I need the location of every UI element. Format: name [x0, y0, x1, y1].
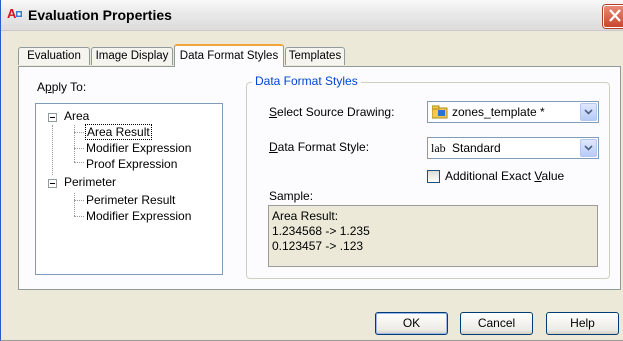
source-drawing-select[interactable]: zones_template * — [427, 101, 599, 123]
evaluation-properties-dialog: A Evaluation Properties Evaluation Image… — [0, 0, 623, 341]
tab-evaluation[interactable]: Evaluation — [18, 47, 90, 65]
sample-preview: Area Result: 1.234568 -> 1.235 0.123457 … — [268, 205, 598, 267]
cancel-button[interactable]: Cancel — [460, 312, 533, 335]
svg-text:A: A — [7, 6, 17, 21]
apply-to-label: Apply To: — [37, 80, 87, 94]
chevron-down-icon — [584, 145, 593, 151]
tab-data-format-styles[interactable]: Data Format Styles — [174, 44, 284, 67]
additional-exact-value-label[interactable]: Additional Exact Value — [445, 169, 564, 183]
close-icon — [609, 9, 621, 22]
tree-item-perimeter-result[interactable]: Perimeter Result — [86, 192, 175, 208]
area-collapse-icon[interactable] — [48, 113, 57, 122]
tree-item-area-modifier-expression[interactable]: Modifier Expression — [86, 140, 191, 156]
tab-templates[interactable]: Templates — [285, 47, 345, 65]
selected-item-label: Area Result — [85, 124, 152, 140]
lab-style-icon: lab — [431, 141, 446, 155]
source-drawing-dropdown-button[interactable] — [580, 103, 597, 121]
tree-item-area-result[interactable]: Area Result — [85, 124, 152, 140]
group-title: Data Format Styles — [252, 74, 361, 88]
additional-exact-value-checkbox[interactable] — [427, 170, 440, 183]
data-format-style-label: Data Format Style: — [269, 140, 370, 154]
close-button[interactable] — [603, 5, 623, 28]
autocad-app-icon: A — [7, 6, 23, 22]
sample-line-1: Area Result: — [272, 209, 339, 223]
tab-image-display[interactable]: Image Display — [91, 47, 173, 65]
sample-line-3: 0.123457 -> .123 — [272, 239, 364, 253]
dialog-title: Evaluation Properties — [28, 7, 172, 23]
apply-to-tree[interactable]: Area Area Result Modifier Expression Pro… — [35, 103, 223, 275]
drawing-folder-icon — [431, 105, 448, 122]
source-drawing-value: zones_template * — [452, 105, 545, 119]
source-drawing-label: Select Source Drawing: — [269, 105, 395, 119]
data-format-style-select[interactable]: lab Standard — [427, 137, 599, 159]
chevron-down-icon — [584, 109, 593, 115]
help-button[interactable]: Help — [546, 312, 619, 335]
title-bar[interactable]: A Evaluation Properties — [1, 0, 623, 31]
tree-item-area[interactable]: Area — [64, 108, 89, 124]
sample-line-2: 1.234568 -> 1.235 — [272, 224, 370, 238]
data-format-style-dropdown-button[interactable] — [580, 139, 597, 157]
sample-label: Sample: — [269, 189, 314, 203]
tree-item-perimeter[interactable]: Perimeter — [64, 174, 116, 190]
tree-item-perimeter-modifier-expression[interactable]: Modifier Expression — [86, 208, 191, 224]
ok-button[interactable]: OK — [375, 312, 448, 335]
tree-item-proof-expression[interactable]: Proof Expression — [86, 156, 177, 172]
perimeter-collapse-icon[interactable] — [48, 179, 57, 188]
data-format-style-value: Standard — [452, 141, 501, 155]
